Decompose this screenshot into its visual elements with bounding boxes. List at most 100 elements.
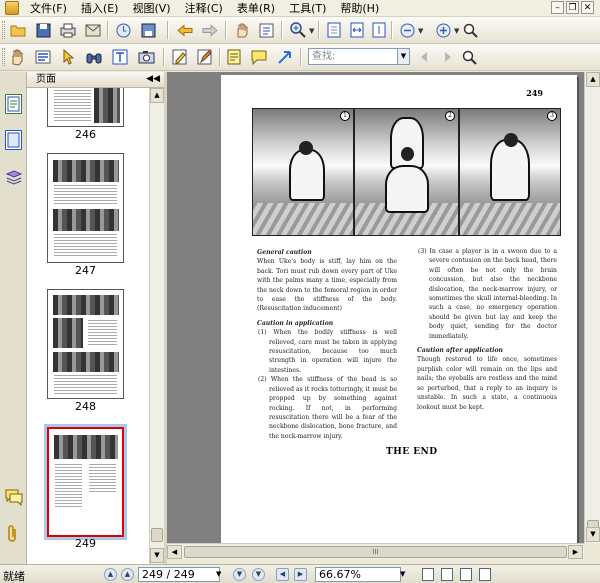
zoom-in-circle-dropdown[interactable]: ▼ — [454, 27, 459, 35]
pencil-markup-icon[interactable] — [195, 47, 215, 67]
zoom-out-dropdown[interactable]: ▼ — [418, 27, 423, 35]
scroll-thumb[interactable] — [151, 528, 163, 542]
forward-view-button[interactable]: ▶ — [294, 568, 307, 581]
text-select-icon[interactable] — [33, 47, 53, 67]
zoom-out-circle-icon[interactable] — [397, 20, 417, 40]
scroll-down-arrow[interactable]: ▼ — [586, 527, 600, 542]
photo-badge: 1 — [340, 111, 350, 121]
photo-head — [504, 133, 518, 147]
zoom-in-circle-icon[interactable] — [433, 20, 453, 40]
scroll-right-arrow[interactable]: ▶ — [568, 545, 583, 559]
open-folder-icon[interactable] — [8, 20, 28, 40]
pages-panel-title: 页面 — [36, 74, 56, 85]
magnifier-icon[interactable] — [460, 20, 480, 40]
back-arrow-icon[interactable] — [175, 20, 195, 40]
menu-form[interactable]: 表单(R) — [230, 0, 282, 17]
page-thumbnail[interactable] — [47, 153, 124, 263]
section-heading: Caution after application — [417, 347, 503, 355]
attachments-paperclip-icon[interactable] — [5, 524, 22, 544]
side-tab-strip — [0, 72, 27, 564]
last-page-button[interactable]: ▼ — [252, 568, 265, 581]
page-thumbnail[interactable] — [47, 88, 124, 127]
pages-panel-icon[interactable] — [5, 94, 22, 114]
find-next-icon[interactable] — [437, 47, 457, 67]
search-dropdown[interactable]: ▼ — [398, 48, 410, 65]
actual-size-icon[interactable] — [369, 20, 389, 40]
previous-page-button[interactable]: ▲ — [121, 568, 134, 581]
search-input[interactable]: 查找: — [308, 48, 398, 65]
select-arrow-icon[interactable] — [59, 47, 79, 67]
scroll-up-arrow[interactable]: ▲ — [586, 72, 600, 87]
find-previous-icon[interactable] — [415, 47, 435, 67]
toolbar-separator — [281, 21, 282, 39]
document-page: 249 1 2 3 General caution When Uke's bod… — [221, 75, 577, 543]
minimize-button[interactable]: – — [551, 1, 564, 14]
pages-thumbnail-list: 246 247 248 249 — [27, 88, 149, 564]
snapshot-camera-icon[interactable] — [136, 47, 156, 67]
facing-view-icon[interactable] — [460, 568, 472, 581]
menu-comment[interactable]: 注释(C) — [178, 0, 230, 17]
continuous-view-icon[interactable] — [441, 568, 453, 581]
close-button[interactable]: ✕ — [581, 1, 594, 14]
judo-photo-1: 1 — [252, 108, 354, 236]
comment-note-icon[interactable] — [249, 47, 269, 67]
restore-button[interactable]: ❐ — [566, 1, 579, 14]
scroll-thumb[interactable]: III — [184, 546, 567, 558]
page-number-input[interactable]: 249 / 249 — [138, 567, 220, 582]
history-icon[interactable] — [113, 20, 133, 40]
scroll-up-arrow[interactable]: ▲ — [150, 88, 164, 103]
zoom-in-icon[interactable] — [288, 20, 308, 40]
list-item: (2) When the stiffness of the head is so… — [258, 376, 397, 440]
layers-panel-icon[interactable] — [5, 168, 23, 188]
toolbar-grip[interactable] — [2, 48, 5, 66]
next-page-button[interactable]: ▼ — [233, 568, 246, 581]
save-icon[interactable] — [33, 20, 53, 40]
zoom-in-dropdown[interactable]: ▼ — [309, 27, 314, 35]
judo-photo-3: 3 — [459, 108, 561, 236]
search-options-icon[interactable] — [459, 47, 479, 67]
scroll-down-arrow[interactable]: ▼ — [150, 548, 164, 563]
first-page-button[interactable]: ▲ — [104, 568, 117, 581]
page-dropdown[interactable]: ▼ — [216, 567, 221, 582]
menu-tools[interactable]: 工具(T) — [282, 0, 333, 17]
thumb-text — [54, 88, 91, 123]
page-thumbnail-selected[interactable] — [47, 427, 124, 537]
fit-page-icon[interactable] — [324, 20, 344, 40]
email-icon[interactable] — [83, 20, 103, 40]
page-thumbnail[interactable] — [47, 289, 124, 399]
scroll-left-arrow[interactable]: ◀ — [167, 545, 182, 559]
fit-width-icon[interactable] — [347, 20, 367, 40]
save-disk-icon[interactable] — [138, 20, 158, 40]
menu-view[interactable]: 视图(V) — [125, 0, 177, 17]
zoom-input[interactable]: 66.67% — [315, 567, 401, 582]
menu-file[interactable]: 文件(F) — [23, 0, 74, 17]
select-text-icon[interactable] — [256, 20, 276, 40]
hand-pan-icon[interactable] — [8, 47, 28, 67]
zoom-dropdown[interactable]: ▼ — [400, 567, 405, 582]
single-page-view-icon[interactable] — [422, 568, 434, 581]
toolbar-grip[interactable] — [2, 21, 5, 39]
note-page-icon[interactable] — [224, 47, 244, 67]
bookmarks-panel-icon[interactable] — [5, 130, 22, 150]
document-vertical-scrollbar[interactable]: ▲ ▼ — [584, 72, 600, 543]
highlight-text-icon[interactable] — [170, 47, 190, 67]
menu-insert[interactable]: 插入(E) — [74, 0, 126, 17]
text-box-icon[interactable] — [110, 47, 130, 67]
thumb-text — [54, 375, 117, 395]
panel-vertical-scrollbar[interactable]: ▲ ▼ — [149, 88, 164, 564]
back-view-button[interactable]: ◀ — [276, 568, 289, 581]
line-arrow-icon[interactable] — [274, 47, 294, 67]
menu-help[interactable]: 帮助(H) — [333, 0, 386, 17]
continuous-facing-view-icon[interactable] — [479, 568, 491, 581]
hand-tool-icon[interactable] — [232, 20, 252, 40]
toolbar-separator — [300, 48, 301, 66]
toolbar-separator — [225, 21, 226, 39]
binoculars-icon[interactable] — [84, 47, 104, 67]
right-text-column: (3) In case a player is in a swoon due t… — [417, 247, 557, 412]
comments-panel-icon[interactable] — [5, 488, 23, 508]
print-icon[interactable] — [58, 20, 78, 40]
collapse-panel-button[interactable]: ◀◀ — [146, 72, 160, 87]
document-viewport[interactable]: 249 1 2 3 General caution When Uke's bod… — [167, 72, 584, 543]
document-horizontal-scrollbar[interactable]: ◀ III ▶ — [167, 543, 584, 559]
forward-arrow-icon[interactable] — [200, 20, 220, 40]
